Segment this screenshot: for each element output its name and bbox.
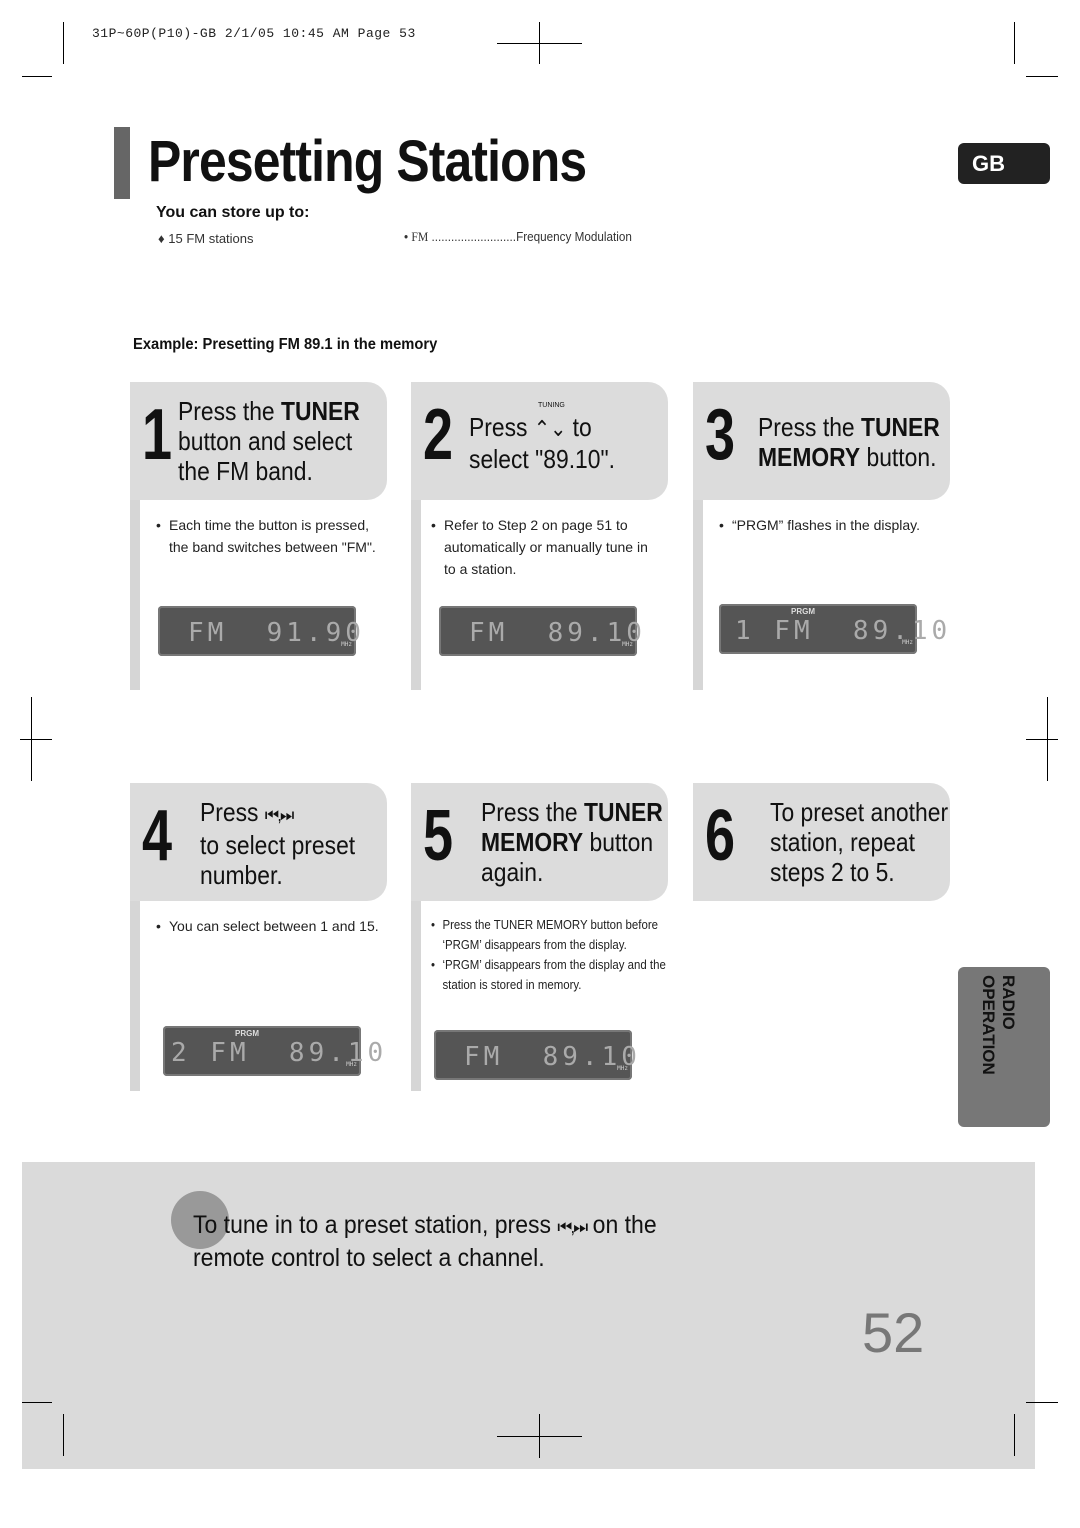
skip-prev-next-icon: ⏮,⏭ [264,805,294,825]
page-number: 52 [862,1301,925,1364]
registration-mark [20,739,52,740]
tuning-up-down-icon: ⌃⌄ [533,416,567,441]
step-instruction: Press the TUNER MEMORY button again. [481,797,663,887]
page-title: Presetting Stations [148,129,587,194]
step-number: 2 [423,395,454,475]
step-number: 1 [142,395,173,475]
step-number: 3 [705,395,736,475]
example-heading: Example: Presetting FM 89.1 in the memor… [133,336,438,353]
bottom-note: To tune in to a preset station, press ⏮,… [193,1211,657,1272]
lcd-display: FM 91.90 MHz [158,606,361,656]
registration-mark [1047,697,1048,781]
skip-prev-next-icon: ⏮,⏭ [557,1217,588,1237]
tuning-label: TUNING [538,402,565,409]
section-tab-label: RADIO OPERATION [979,975,1018,1075]
crop-mark [1026,76,1058,77]
crop-mark [1014,1414,1015,1456]
abbreviation: • FM ..........................Frequency… [404,229,632,244]
crop-mark [22,76,52,77]
step-notes: Press the TUNER MEMORY button before ‘PR… [431,915,669,995]
title-accent-bar [114,127,130,199]
store-item: ♦ 15 FM stations [158,231,254,246]
registration-mark [539,22,540,64]
crop-mark [1026,1402,1058,1403]
abbr-term: FM [411,229,429,244]
step-notes: “PRGM” flashes in the display. [719,514,951,536]
lcd-display: PRGM 2 FM 89.10 MHz [163,1026,383,1076]
crop-mark [63,1414,64,1456]
crop-mark [1014,22,1015,64]
step-instruction: Press the TUNER button and select the FM b… [178,396,360,486]
store-item-text: 15 FM stations [168,231,254,246]
registration-mark [539,1414,540,1458]
abbr-definition: Frequency Modulation [516,229,632,244]
print-header: 31P~60P(P10)-GB 2/1/05 10:45 AM Page 53 [92,26,416,41]
registration-mark [31,697,32,781]
lcd-display: FM 89.10 MHz [439,606,642,656]
step-notes: You can select between 1 and 15. [156,915,388,937]
registration-mark [1026,739,1058,740]
diamond-icon: ♦ [158,231,165,246]
lcd-display: FM 89.10 MHz [434,1030,637,1080]
manual-page: 31P~60P(P10)-GB 2/1/05 10:45 AM Page 53 … [0,0,1080,1528]
step-number: 5 [423,796,454,876]
step-instruction: Press ⌃⌄ to select "89.10". [469,412,615,474]
step-number: 6 [705,796,736,876]
lcd-display: PRGM 1 FM 89.10 MHz [719,604,947,654]
abbr-dots: .......................... [431,229,517,244]
step-notes: Each time the button is pressed, the ban… [156,514,388,558]
crop-mark [63,22,64,64]
crop-mark [22,1402,52,1403]
language-badge: GB [958,143,1050,184]
section-tab: RADIO OPERATION [958,967,1050,1127]
step-instruction: Press the TUNER MEMORY button. [758,412,940,472]
step-notes: Refer to Step 2 on page 51 to automatica… [431,514,663,580]
store-heading: You can store up to: [156,204,310,221]
step-instruction: To preset another station, repeat steps 2 … [770,797,949,887]
step-instruction: Press ⏮,⏭ to select preset number. [200,797,356,890]
step-number: 4 [142,796,173,876]
